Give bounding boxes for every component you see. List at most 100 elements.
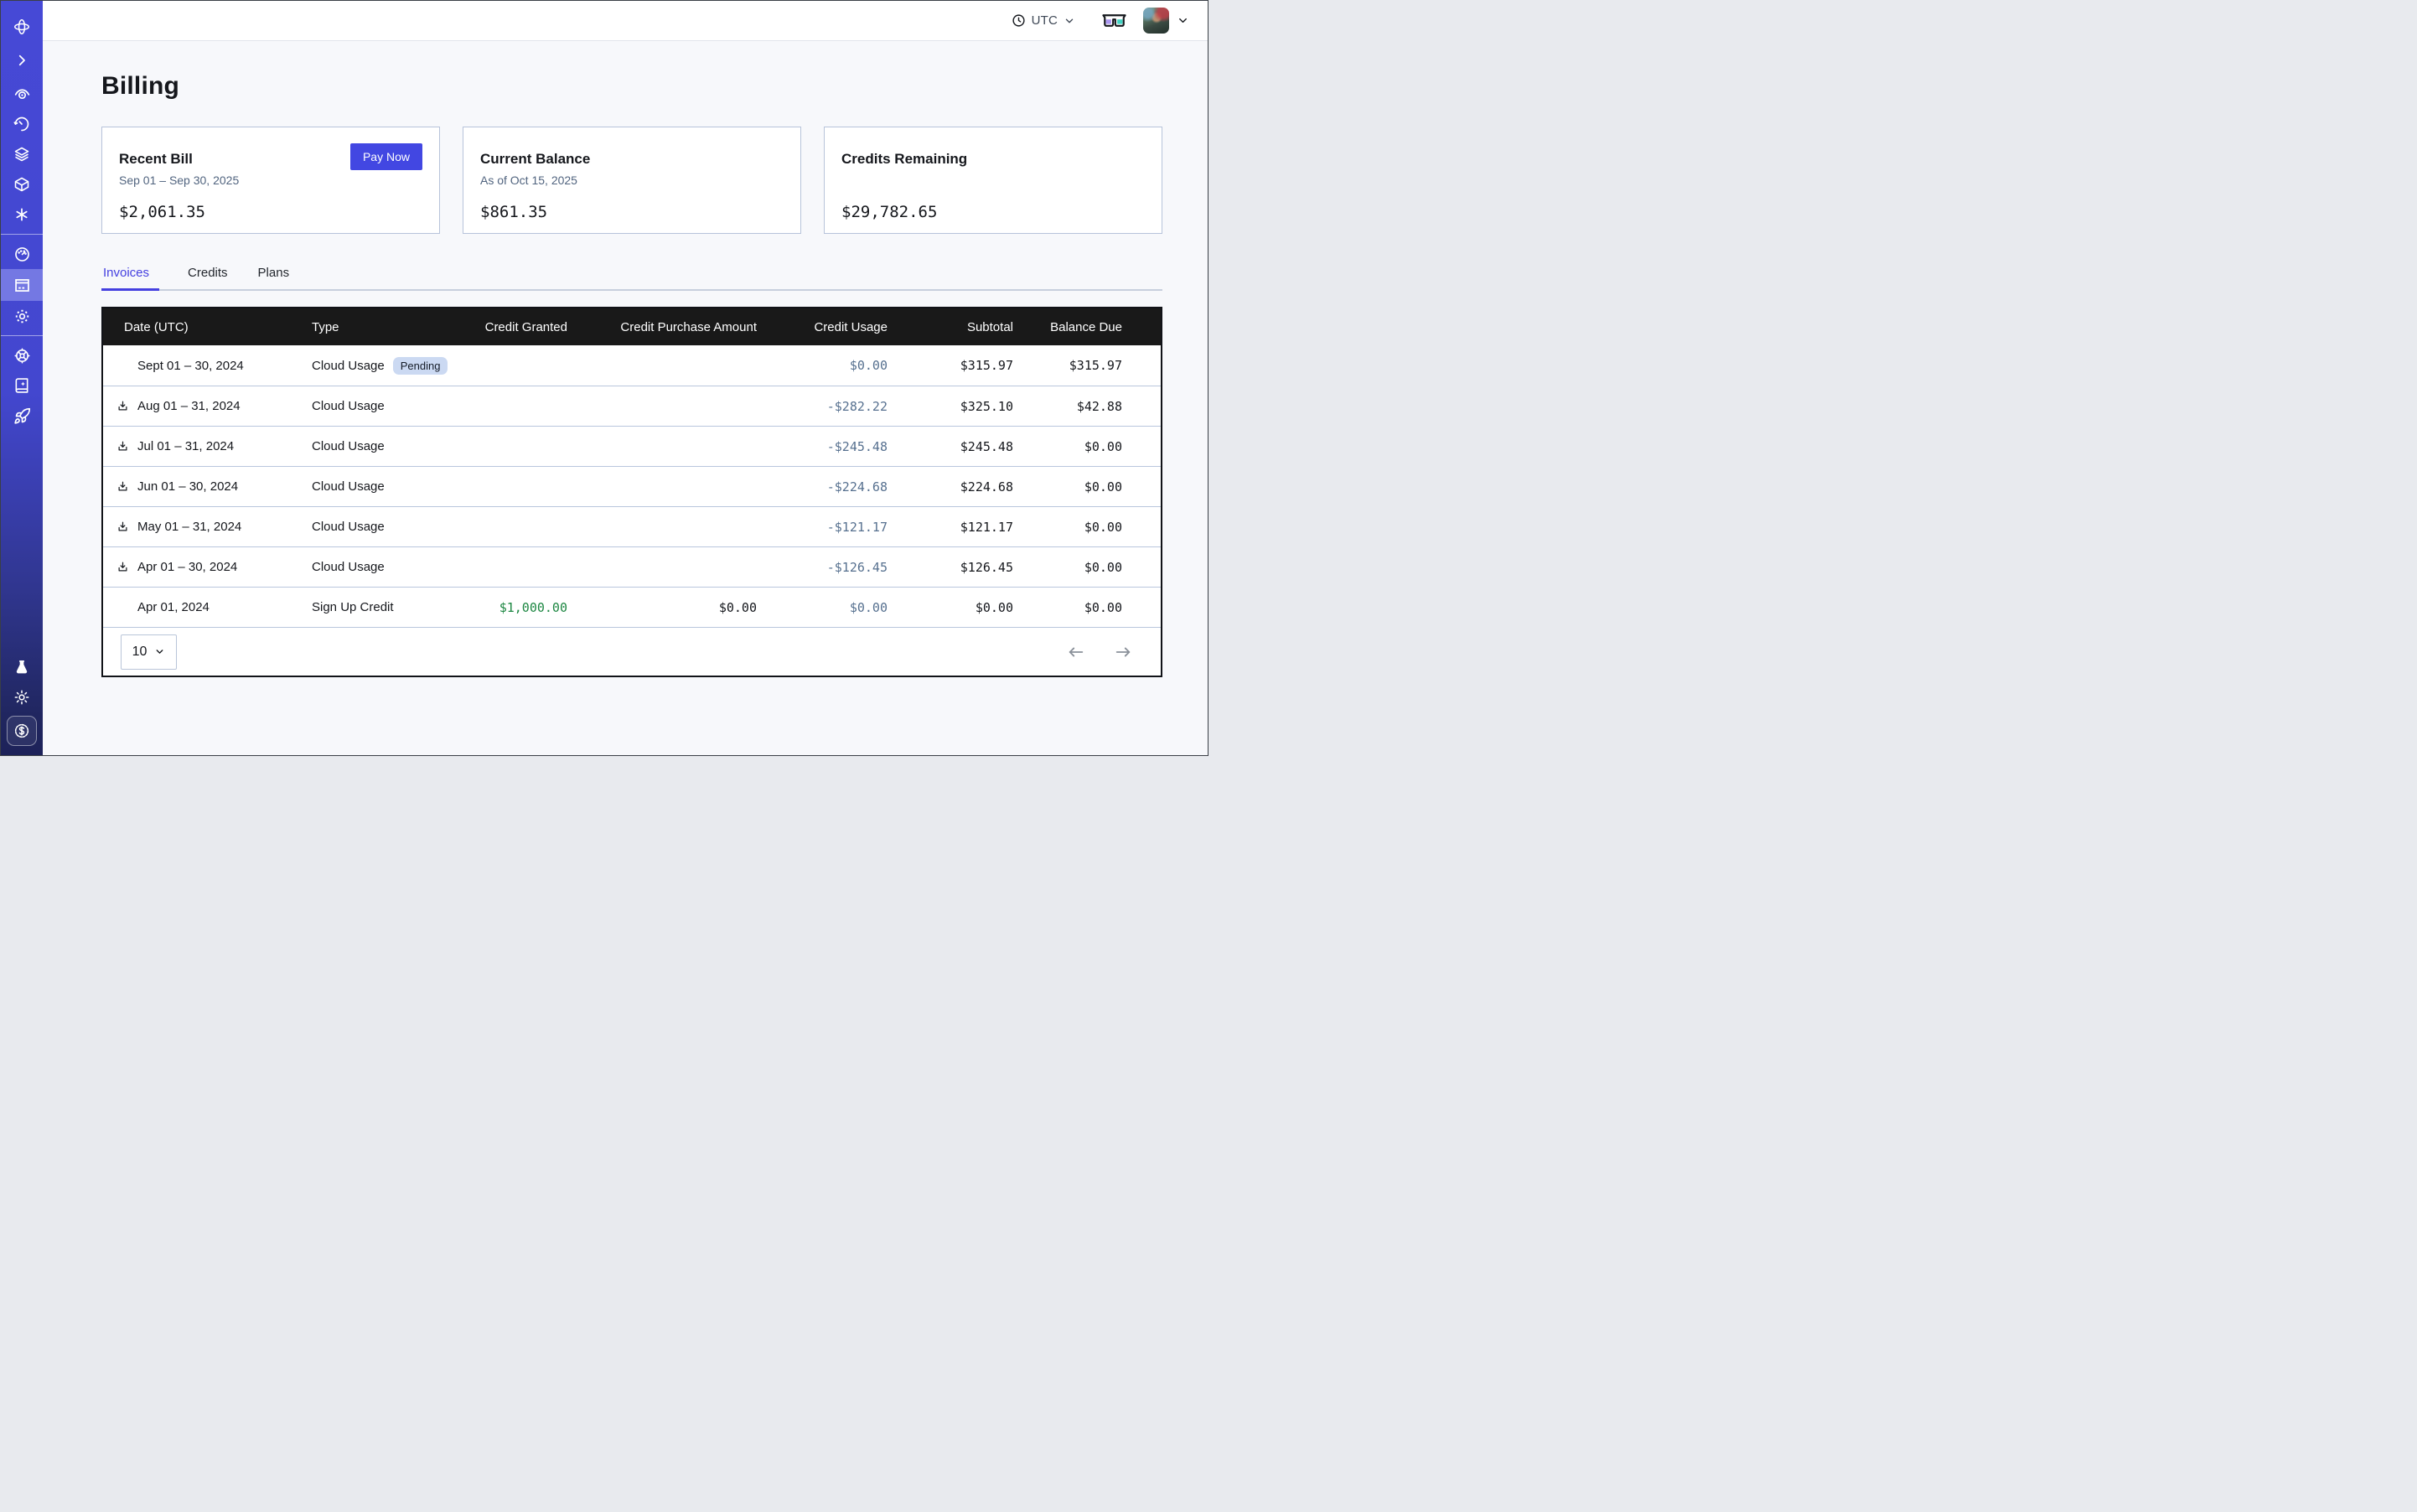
card-subtitle: Sep 01 – Sep 30, 2025 — [119, 173, 422, 188]
page-size-select[interactable]: 10 — [121, 634, 177, 670]
usage-gauge-icon[interactable] — [1, 239, 43, 269]
col-type: Type — [312, 320, 479, 334]
flask-icon[interactable] — [1, 652, 43, 682]
balance-due-value: $315.97 — [1013, 358, 1161, 373]
invoice-rows: Sept 01 – 30, 2024 Cloud Usage Pending $… — [103, 345, 1161, 627]
summary-cards: Recent Bill Sep 01 – Sep 30, 2025 $2,061… — [101, 127, 1162, 234]
docs-book-icon[interactable] — [1, 370, 43, 401]
dollar-badge-icon — [7, 716, 37, 746]
timezone-label: UTC — [1032, 13, 1058, 28]
balance-due-value: $0.00 — [1013, 560, 1161, 575]
invoice-type: Cloud Usage — [312, 479, 385, 494]
sidebar-item-billing[interactable] — [1, 269, 43, 301]
balance-due-value: $42.88 — [1013, 399, 1161, 414]
invoice-type: Cloud Usage — [312, 560, 385, 574]
brand-logo-icon[interactable] — [1, 12, 43, 42]
invoice-type: Cloud Usage — [312, 520, 385, 534]
credit-usage-value: -$126.45 — [757, 560, 888, 575]
card-title: Current Balance — [480, 151, 784, 168]
settings-gear-icon[interactable] — [1, 301, 43, 331]
tab-plans[interactable]: Plans — [256, 266, 292, 289]
timezone-selector[interactable]: UTC — [1012, 13, 1075, 28]
arrow-left-icon — [1067, 643, 1085, 661]
table-row: Aug 01 – 31, 2024 Cloud Usage -$282.22 $… — [103, 386, 1161, 426]
page-title: Billing — [101, 72, 1208, 101]
invoice-date: May 01 – 31, 2024 — [137, 520, 241, 534]
arrow-right-icon — [1114, 643, 1132, 661]
download-invoice-icon[interactable] — [116, 440, 130, 453]
main-content: Billing Recent Bill Sep 01 – Sep 30, 202… — [43, 41, 1208, 755]
account-menu-chevron-icon[interactable] — [1177, 14, 1189, 27]
download-invoice-icon[interactable] — [116, 480, 130, 494]
theme-sun-icon[interactable] — [1, 682, 43, 712]
invoice-date: Jul 01 – 31, 2024 — [137, 439, 234, 453]
card-subtitle — [841, 173, 1145, 188]
3d-glasses-icon[interactable] — [1102, 13, 1126, 28]
current-balance-card: Current Balance As of Oct 15, 2025 $861.… — [463, 127, 801, 234]
pay-now-button[interactable]: Pay Now — [350, 143, 422, 170]
layers-icon[interactable] — [1, 139, 43, 169]
billing-tabs: Invoices Credits Plans — [101, 266, 1162, 291]
table-row: Apr 01, 2024 Sign Up Credit $1,000.00 $0… — [103, 587, 1161, 627]
table-row: May 01 – 31, 2024 Cloud Usage -$121.17 $… — [103, 506, 1161, 546]
balance-due-value: $0.00 — [1013, 479, 1161, 495]
invoice-type: Cloud Usage — [312, 359, 385, 373]
credit-usage-value: -$121.17 — [757, 520, 888, 535]
invoice-date: Sept 01 – 30, 2024 — [137, 359, 244, 373]
download-invoice-icon[interactable] — [116, 561, 130, 574]
collapse-chevron-icon[interactable] — [1, 45, 43, 75]
credits-dollar-button[interactable] — [1, 712, 43, 749]
tab-credits[interactable]: Credits — [186, 266, 230, 289]
card-amount: $2,061.35 — [119, 203, 422, 221]
credit-purchase-value: $0.00 — [567, 600, 757, 615]
card-amount: $29,782.65 — [841, 203, 1145, 221]
status-badge: Pending — [393, 357, 448, 375]
asterisk-icon[interactable] — [1, 199, 43, 230]
page-size-value: 10 — [132, 645, 148, 660]
credit-usage-value: $0.00 — [757, 600, 888, 615]
download-invoice-icon[interactable] — [116, 520, 130, 534]
chevron-down-icon — [1064, 15, 1075, 27]
card-title: Credits Remaining — [841, 151, 1145, 168]
history-clock-icon[interactable] — [1, 109, 43, 139]
eye-icon[interactable] — [1, 79, 43, 109]
credit-usage-value: $0.00 — [757, 358, 888, 373]
col-credit-purchase: Credit Purchase Amount — [567, 320, 757, 334]
topbar: UTC — [43, 1, 1208, 41]
user-avatar[interactable] — [1143, 8, 1169, 34]
recent-bill-card: Recent Bill Sep 01 – Sep 30, 2025 $2,061… — [101, 127, 440, 234]
balance-due-value: $0.00 — [1013, 439, 1161, 454]
invoice-type: Cloud Usage — [312, 399, 385, 413]
balance-due-value: $0.00 — [1013, 600, 1161, 615]
next-page-button[interactable] — [1110, 639, 1136, 665]
col-credit-granted: Credit Granted — [479, 320, 567, 334]
chevron-down-icon — [154, 646, 165, 657]
rocket-icon[interactable] — [1, 401, 43, 431]
clock-icon — [1012, 13, 1026, 28]
download-invoice-icon[interactable] — [116, 400, 130, 413]
subtotal-value: $0.00 — [888, 600, 1013, 615]
previous-page-button[interactable] — [1064, 639, 1089, 665]
subtotal-value: $224.68 — [888, 479, 1013, 495]
invoice-date: Apr 01, 2024 — [137, 600, 210, 614]
tab-invoices[interactable]: Invoices — [101, 266, 159, 289]
card-subtitle: As of Oct 15, 2025 — [480, 173, 784, 188]
table-footer: 10 — [103, 627, 1161, 676]
table-row: Jun 01 – 30, 2024 Cloud Usage -$224.68 $… — [103, 466, 1161, 506]
subtotal-value: $121.17 — [888, 520, 1013, 535]
subtotal-value: $126.45 — [888, 560, 1013, 575]
sidebar — [1, 1, 43, 755]
credit-usage-value: -$224.68 — [757, 479, 888, 495]
invoice-date: Apr 01 – 30, 2024 — [137, 560, 237, 574]
support-wheel-icon[interactable] — [1, 340, 43, 370]
subtotal-value: $245.48 — [888, 439, 1013, 454]
sidebar-divider — [1, 335, 43, 336]
card-amount: $861.35 — [480, 203, 784, 221]
subtotal-value: $315.97 — [888, 358, 1013, 373]
invoice-date: Jun 01 – 30, 2024 — [137, 479, 238, 494]
subtotal-value: $325.10 — [888, 399, 1013, 414]
sidebar-divider — [1, 234, 43, 235]
table-row: Apr 01 – 30, 2024 Cloud Usage -$126.45 $… — [103, 546, 1161, 587]
col-date: Date (UTC) — [103, 320, 312, 334]
cube-icon[interactable] — [1, 169, 43, 199]
